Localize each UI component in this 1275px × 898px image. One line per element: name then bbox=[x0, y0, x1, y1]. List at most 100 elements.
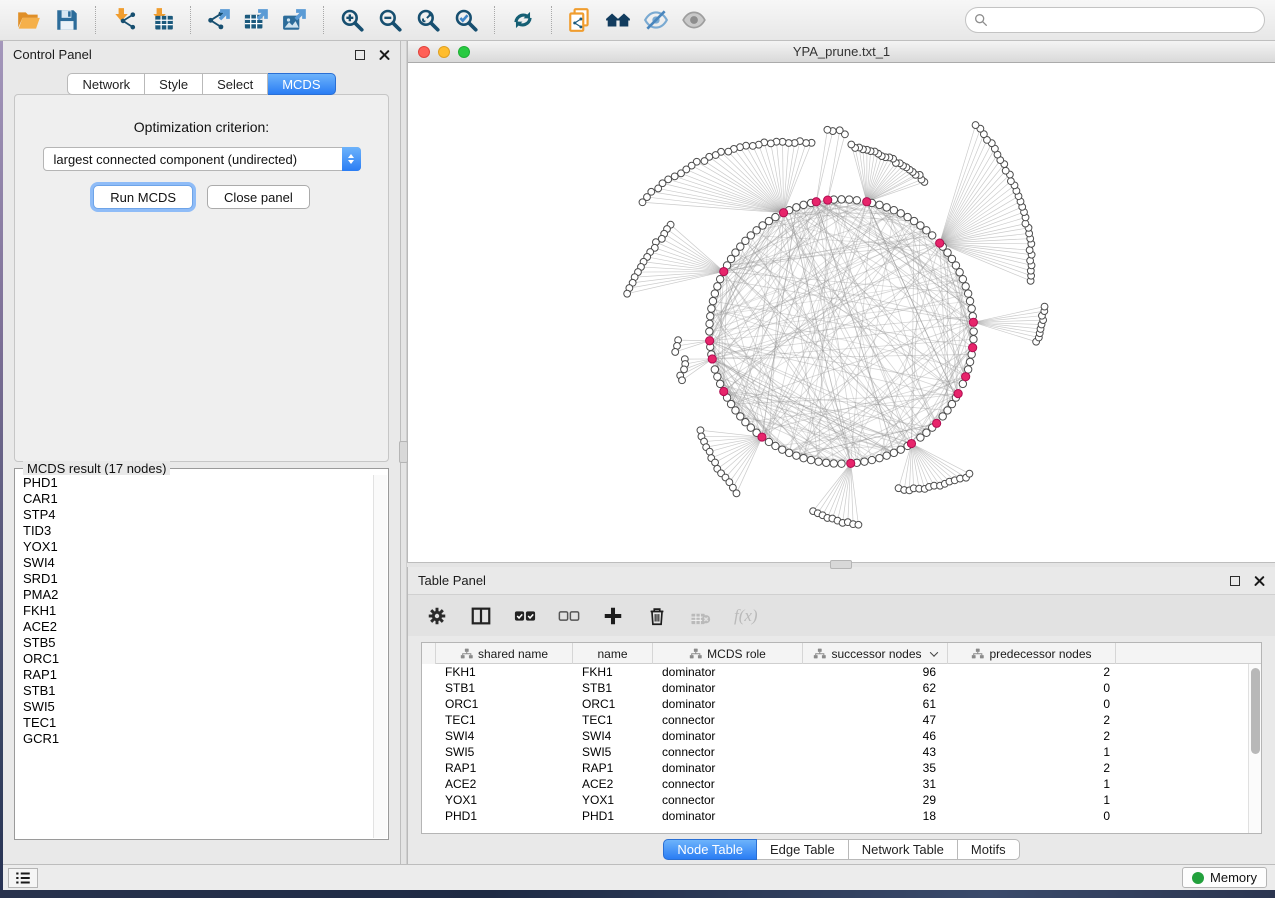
network-graph[interactable] bbox=[408, 63, 1275, 562]
add-button[interactable] bbox=[602, 603, 624, 629]
splitter-grip[interactable] bbox=[399, 441, 408, 463]
import-network-button[interactable] bbox=[107, 4, 141, 36]
float-panel-button[interactable] bbox=[352, 47, 368, 63]
control-panel-tabs: NetworkStyleSelectMCDS bbox=[3, 73, 400, 95]
zoom-in-icon bbox=[339, 7, 365, 33]
close-mcds-panel-button[interactable]: Close panel bbox=[207, 185, 310, 209]
mcds-result-item[interactable]: ACE2 bbox=[16, 619, 373, 635]
cytoscape-window: Control Panel NetworkStyleSelectMCDS Opt… bbox=[0, 0, 1275, 890]
network-canvas[interactable] bbox=[408, 63, 1275, 562]
mcds-result-item[interactable]: STB5 bbox=[16, 635, 373, 651]
mcds-result-item[interactable]: YOX1 bbox=[16, 539, 373, 555]
table-row[interactable]: RAP1RAP1dominator352 bbox=[422, 760, 1261, 776]
table-row[interactable]: TEC1TEC1connector472 bbox=[422, 712, 1261, 728]
mcds-result-item[interactable]: FKH1 bbox=[16, 603, 373, 619]
zoom-out-button[interactable] bbox=[373, 4, 407, 36]
mcds-result-item[interactable]: RAP1 bbox=[16, 667, 373, 683]
float-icon bbox=[1230, 576, 1240, 586]
mcds-result-item[interactable]: SRD1 bbox=[16, 571, 373, 587]
network-from-selection-button[interactable] bbox=[563, 4, 597, 36]
table-row[interactable]: ORC1ORC1dominator610 bbox=[422, 696, 1261, 712]
control-panel: Control Panel NetworkStyleSelectMCDS Opt… bbox=[0, 41, 400, 864]
task-history-button[interactable] bbox=[8, 868, 38, 888]
mcds-result-item[interactable]: SWI5 bbox=[16, 699, 373, 715]
mcds-result-item[interactable]: STB1 bbox=[16, 683, 373, 699]
toolbar-separator bbox=[190, 6, 191, 34]
desktop-wallpaper-edge bbox=[0, 41, 3, 890]
mcds-result-item[interactable]: SWI4 bbox=[16, 555, 373, 571]
deselect-all-rows-icon bbox=[558, 605, 580, 627]
table-row[interactable]: SWI5SWI5connector431 bbox=[422, 744, 1261, 760]
zoom-selected-button[interactable] bbox=[449, 4, 483, 36]
mcds-result-item[interactable]: PHD1 bbox=[16, 475, 373, 491]
mcds-result-item[interactable]: GCR1 bbox=[16, 731, 373, 747]
tab-network-table[interactable]: Network Table bbox=[849, 839, 958, 860]
table-scrollbar[interactable] bbox=[1248, 664, 1261, 833]
column-header-successor-nodes[interactable]: successor nodes bbox=[803, 643, 948, 664]
export-table-button[interactable] bbox=[240, 4, 274, 36]
tab-select[interactable]: Select bbox=[203, 73, 268, 95]
apply-layout-button[interactable] bbox=[506, 4, 540, 36]
table-row[interactable]: ACE2ACE2connector311 bbox=[422, 776, 1261, 792]
table-splitter[interactable] bbox=[407, 562, 1275, 567]
sort-desc-icon bbox=[929, 648, 937, 656]
run-mcds-button[interactable]: Run MCDS bbox=[93, 185, 193, 209]
control-panel-title: Control Panel bbox=[13, 47, 92, 62]
table-scrollbar-thumb[interactable] bbox=[1251, 668, 1260, 754]
table-row[interactable]: FKH1FKH1dominator962 bbox=[422, 664, 1261, 680]
apply-layout-icon bbox=[510, 7, 536, 33]
toolbar-separator bbox=[323, 6, 324, 34]
deselect-all-rows-button[interactable] bbox=[558, 603, 580, 629]
mcds-list-scrollbar[interactable] bbox=[373, 475, 387, 838]
trash-button[interactable] bbox=[646, 603, 668, 629]
close-panel-button[interactable] bbox=[376, 47, 392, 63]
save-session-button[interactable] bbox=[50, 4, 84, 36]
table-splitter-grip[interactable] bbox=[830, 560, 852, 569]
memory-status-icon bbox=[1192, 872, 1204, 884]
column-header-MCDS-role[interactable]: MCDS role bbox=[653, 643, 803, 664]
mcds-result-item[interactable]: STP4 bbox=[16, 507, 373, 523]
export-image-button[interactable] bbox=[278, 4, 312, 36]
memory-button[interactable]: Memory bbox=[1182, 867, 1267, 888]
export-network-button[interactable] bbox=[202, 4, 236, 36]
table-row[interactable]: YOX1YOX1connector291 bbox=[422, 792, 1261, 808]
node-table: shared namenameMCDS rolesuccessor nodesp… bbox=[421, 642, 1262, 834]
mcds-result-item[interactable]: PMA2 bbox=[16, 587, 373, 603]
tab-node-table[interactable]: Node Table bbox=[663, 839, 757, 860]
criterion-select[interactable]: largest connected component (undirected) bbox=[43, 147, 361, 171]
close-table-panel-button[interactable] bbox=[1251, 573, 1267, 589]
first-neighbors-button[interactable] bbox=[601, 4, 635, 36]
tab-edge-table[interactable]: Edge Table bbox=[757, 839, 849, 860]
table-row[interactable]: SWI4SWI4dominator462 bbox=[422, 728, 1261, 744]
tab-network[interactable]: Network bbox=[67, 73, 145, 95]
mcds-result-box: MCDS result (17 nodes) PHD1CAR1STP4TID3Y… bbox=[14, 468, 389, 840]
open-file-button[interactable] bbox=[12, 4, 46, 36]
import-network-icon bbox=[111, 7, 137, 33]
table-row[interactable]: STB1STB1dominator620 bbox=[422, 680, 1261, 696]
mcds-result-item[interactable]: TEC1 bbox=[16, 715, 373, 731]
select-all-rows-button[interactable] bbox=[514, 603, 536, 629]
column-header-predecessor-nodes[interactable]: predecessor nodes bbox=[948, 643, 1116, 664]
tab-mcds[interactable]: MCDS bbox=[268, 73, 335, 95]
zoom-fit-button[interactable] bbox=[411, 4, 445, 36]
close-icon bbox=[379, 49, 390, 60]
tab-style[interactable]: Style bbox=[145, 73, 203, 95]
gear-icon bbox=[426, 605, 448, 627]
row-gutter bbox=[422, 643, 436, 664]
hide-selected-button[interactable] bbox=[639, 4, 673, 36]
table-row[interactable]: PHD1PHD1dominator180 bbox=[422, 808, 1261, 824]
column-header-name[interactable]: name bbox=[573, 643, 653, 664]
mcds-result-item[interactable]: TID3 bbox=[16, 523, 373, 539]
mcds-result-item[interactable]: CAR1 bbox=[16, 491, 373, 507]
function-builder-button: f(x) bbox=[734, 603, 758, 629]
mcds-result-item[interactable]: ORC1 bbox=[16, 651, 373, 667]
tab-motifs[interactable]: Motifs bbox=[958, 839, 1020, 860]
search-input[interactable] bbox=[965, 7, 1265, 33]
zoom-in-button[interactable] bbox=[335, 4, 369, 36]
panel-splitter[interactable] bbox=[400, 41, 407, 864]
float-table-panel-button[interactable] bbox=[1227, 573, 1243, 589]
gear-button[interactable] bbox=[426, 603, 448, 629]
column-header-shared-name[interactable]: shared name bbox=[436, 643, 573, 664]
columns-button[interactable] bbox=[470, 603, 492, 629]
import-table-button[interactable] bbox=[145, 4, 179, 36]
